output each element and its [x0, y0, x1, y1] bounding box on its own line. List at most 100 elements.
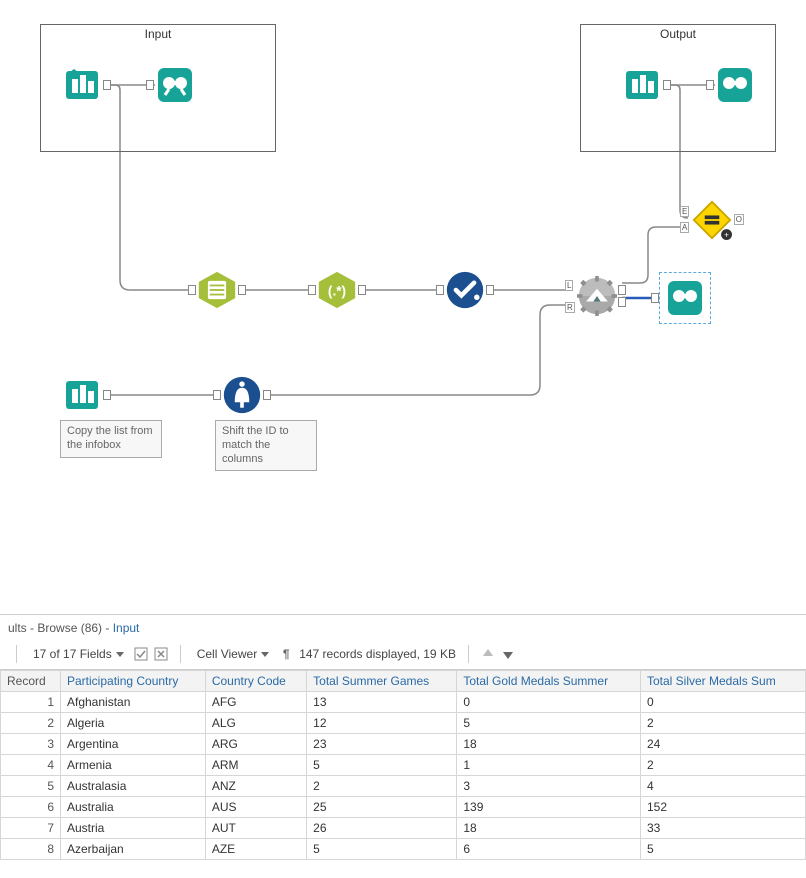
cell: ARG: [205, 734, 306, 755]
results-panel: ults - Browse (86) - Input 17 of 17 Fiel…: [0, 614, 806, 878]
cell: 6: [457, 839, 641, 860]
join-port-r: R: [565, 302, 575, 313]
results-toolbar: 17 of 17 Fields Cell Viewer ¶ 147 record…: [0, 641, 806, 669]
browse-tool-selected[interactable]: [659, 272, 711, 324]
cell: AUT: [205, 818, 306, 839]
formula-tool[interactable]: [222, 375, 262, 415]
col-header[interactable]: Total Silver Medals Sum: [640, 671, 805, 692]
annotation-shift[interactable]: Shift the ID to match the columns: [215, 420, 317, 471]
cell-viewer-dropdown[interactable]: Cell Viewer: [193, 645, 273, 663]
cell: Australasia: [61, 776, 206, 797]
cell: AUS: [205, 797, 306, 818]
cell: 12: [307, 713, 457, 734]
cell: AZE: [205, 839, 306, 860]
cell: 23: [307, 734, 457, 755]
arrow-up-icon[interactable]: [481, 647, 495, 661]
input-container-title: Input: [41, 27, 275, 41]
compare-port-e: E: [680, 206, 689, 217]
cell: 5: [307, 755, 457, 776]
input-data-tool[interactable]: [62, 65, 102, 105]
regex-tool[interactable]: (.*): [317, 270, 357, 310]
col-header[interactable]: Participating Country: [61, 671, 206, 692]
cell: 2: [640, 713, 805, 734]
output-container-title: Output: [581, 27, 775, 41]
grid-header-row: RecordParticipating CountryCountry CodeT…: [1, 671, 806, 692]
cell: Algeria: [61, 713, 206, 734]
cell: 5: [457, 713, 641, 734]
cell: Austria: [61, 818, 206, 839]
clear-icon[interactable]: [154, 647, 168, 661]
cell-rownum: 1: [1, 692, 61, 713]
cell: 2: [307, 776, 457, 797]
results-grid[interactable]: RecordParticipating CountryCountry CodeT…: [0, 670, 806, 860]
check-icon[interactable]: [134, 647, 148, 661]
table-row[interactable]: 2AlgeriaALG1252: [1, 713, 806, 734]
col-header[interactable]: Country Code: [205, 671, 306, 692]
cell-rownum: 3: [1, 734, 61, 755]
cell: Afghanistan: [61, 692, 206, 713]
cell: 24: [640, 734, 805, 755]
cell-rownum: 6: [1, 797, 61, 818]
join-port-l: L: [565, 280, 573, 291]
cell: 1: [457, 755, 641, 776]
cell: 139: [457, 797, 641, 818]
cell: Australia: [61, 797, 206, 818]
output-data-tool[interactable]: [622, 65, 662, 105]
cell: 13: [307, 692, 457, 713]
join-tool[interactable]: L R: [577, 276, 617, 316]
cell-rownum: 8: [1, 839, 61, 860]
cell: ARM: [205, 755, 306, 776]
browse-tool-output[interactable]: [715, 65, 755, 105]
cell-rownum: 2: [1, 713, 61, 734]
compare-port-o: O: [734, 214, 744, 225]
fields-dropdown[interactable]: 17 of 17 Fields: [29, 645, 128, 663]
cell: AFG: [205, 692, 306, 713]
cell: ALG: [205, 713, 306, 734]
browse-tool-input[interactable]: [155, 65, 195, 105]
caret-down-icon: [116, 652, 124, 657]
table-row[interactable]: 7AustriaAUT261833: [1, 818, 806, 839]
annotation-copy[interactable]: Copy the list from the infobox: [60, 420, 162, 458]
cell: 5: [307, 839, 457, 860]
compare-tool[interactable]: + E A O: [692, 200, 732, 240]
cell: Argentina: [61, 734, 206, 755]
cell: 18: [457, 734, 641, 755]
workflow-canvas[interactable]: Input Output + E A O (.*: [0, 0, 806, 610]
text-input-tool[interactable]: [62, 375, 102, 415]
col-record[interactable]: Record: [1, 671, 61, 692]
compare-port-a: A: [680, 222, 689, 233]
cell: Armenia: [61, 755, 206, 776]
caret-down-icon: [261, 652, 269, 657]
table-row[interactable]: 4ArmeniaARM512: [1, 755, 806, 776]
results-grid-wrap: RecordParticipating CountryCountry CodeT…: [0, 669, 806, 860]
table-row[interactable]: 1AfghanistanAFG1300: [1, 692, 806, 713]
svg-text:+: +: [724, 230, 729, 239]
cell: 0: [640, 692, 805, 713]
cell: 5: [640, 839, 805, 860]
cell-viewer-label: Cell Viewer: [197, 647, 257, 661]
cell: 152: [640, 797, 805, 818]
table-row[interactable]: 3ArgentinaARG231824: [1, 734, 806, 755]
filter-tool[interactable]: [445, 270, 485, 310]
results-header-mid: - Browse (86) -: [27, 621, 113, 635]
cell: 25: [307, 797, 457, 818]
results-header-source: Input: [113, 621, 140, 635]
cell: Azerbaijan: [61, 839, 206, 860]
paragraph-icon[interactable]: ¶: [279, 647, 293, 661]
records-count-label: 147 records displayed, 19 KB: [299, 647, 456, 661]
results-header-prefix: ults: [8, 621, 27, 635]
col-header[interactable]: Total Gold Medals Summer: [457, 671, 641, 692]
arrow-down-icon[interactable]: [501, 647, 515, 661]
cell: 0: [457, 692, 641, 713]
cell: 4: [640, 776, 805, 797]
svg-text:(.*): (.*): [328, 283, 346, 298]
select-tool[interactable]: [197, 270, 237, 310]
cell: 18: [457, 818, 641, 839]
col-header[interactable]: Total Summer Games: [307, 671, 457, 692]
cell: 2: [640, 755, 805, 776]
results-header: ults - Browse (86) - Input: [0, 615, 806, 641]
table-row[interactable]: 5AustralasiaANZ234: [1, 776, 806, 797]
table-row[interactable]: 8AzerbaijanAZE565: [1, 839, 806, 860]
table-row[interactable]: 6AustraliaAUS25139152: [1, 797, 806, 818]
cell-rownum: 4: [1, 755, 61, 776]
